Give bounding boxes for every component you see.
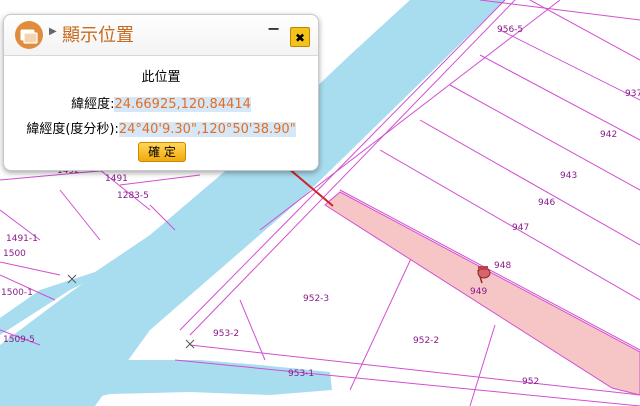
location-window-icon xyxy=(15,21,43,49)
parcel-label-1491-1: 1491-1 xyxy=(6,234,38,244)
dialog-body: 此位置 緯經度:24.66925,120.84414 緯經度(度分秒):24°4… xyxy=(4,56,318,170)
close-button[interactable]: ✖ xyxy=(290,27,310,47)
location-heading: 此位置 xyxy=(141,70,181,85)
dms-value[interactable]: 24°40'9.30",120°50'38.90" xyxy=(118,122,296,137)
show-location-dialog: ▶ 顯示位置 − ✖ 此位置 緯經度:24.66925,120.84414 緯經… xyxy=(3,14,319,171)
parcel-label-952: 952 xyxy=(522,377,540,387)
parcel-label-1500: 1500 xyxy=(3,249,26,259)
parcel-label-956-5: 956-5 xyxy=(497,25,524,35)
parcel-label-953-1: 953-1 xyxy=(288,369,315,379)
ok-button[interactable]: 確 定 xyxy=(138,142,186,162)
parcel-label-947: 947 xyxy=(512,223,530,233)
parcel-label-937: 937 xyxy=(625,89,640,99)
parcel-label-948: 948 xyxy=(494,261,512,271)
dms-coordinate-row: 緯經度(度分秒):24°40'9.30",120°50'38.90" xyxy=(4,118,318,137)
title-arrow-icon: ▶ xyxy=(49,26,57,37)
decimal-value[interactable]: 24.66925,120.84414 xyxy=(114,97,251,112)
parcel-label-946: 946 xyxy=(538,198,556,208)
parcel-label-1283-5: 1283-5 xyxy=(117,191,149,201)
parcel-label-1491: 1491 xyxy=(105,174,128,184)
parcel-label-949: 949 xyxy=(470,287,488,297)
dialog-header[interactable]: ▶ 顯示位置 − ✖ xyxy=(4,15,318,56)
dms-label: 緯經度(度分秒): xyxy=(26,122,119,137)
parcel-label-943: 943 xyxy=(560,171,578,181)
parcel-label-953-2: 953-2 xyxy=(213,329,240,339)
parcel-label-952-3: 952-3 xyxy=(303,294,330,304)
parcel-label-942: 942 xyxy=(600,130,618,140)
parcel-label-1500-1: 1500-1 xyxy=(1,288,33,298)
decimal-label: 緯經度: xyxy=(71,97,115,112)
dialog-title: 顯示位置 xyxy=(62,25,134,46)
decimal-coordinate-row: 緯經度:24.66925,120.84414 xyxy=(4,93,318,112)
parcel-label-1509-5: 1509-5 xyxy=(3,335,35,345)
parcel-label-952-2: 952-2 xyxy=(413,336,440,346)
minimize-button[interactable]: − xyxy=(267,19,280,38)
